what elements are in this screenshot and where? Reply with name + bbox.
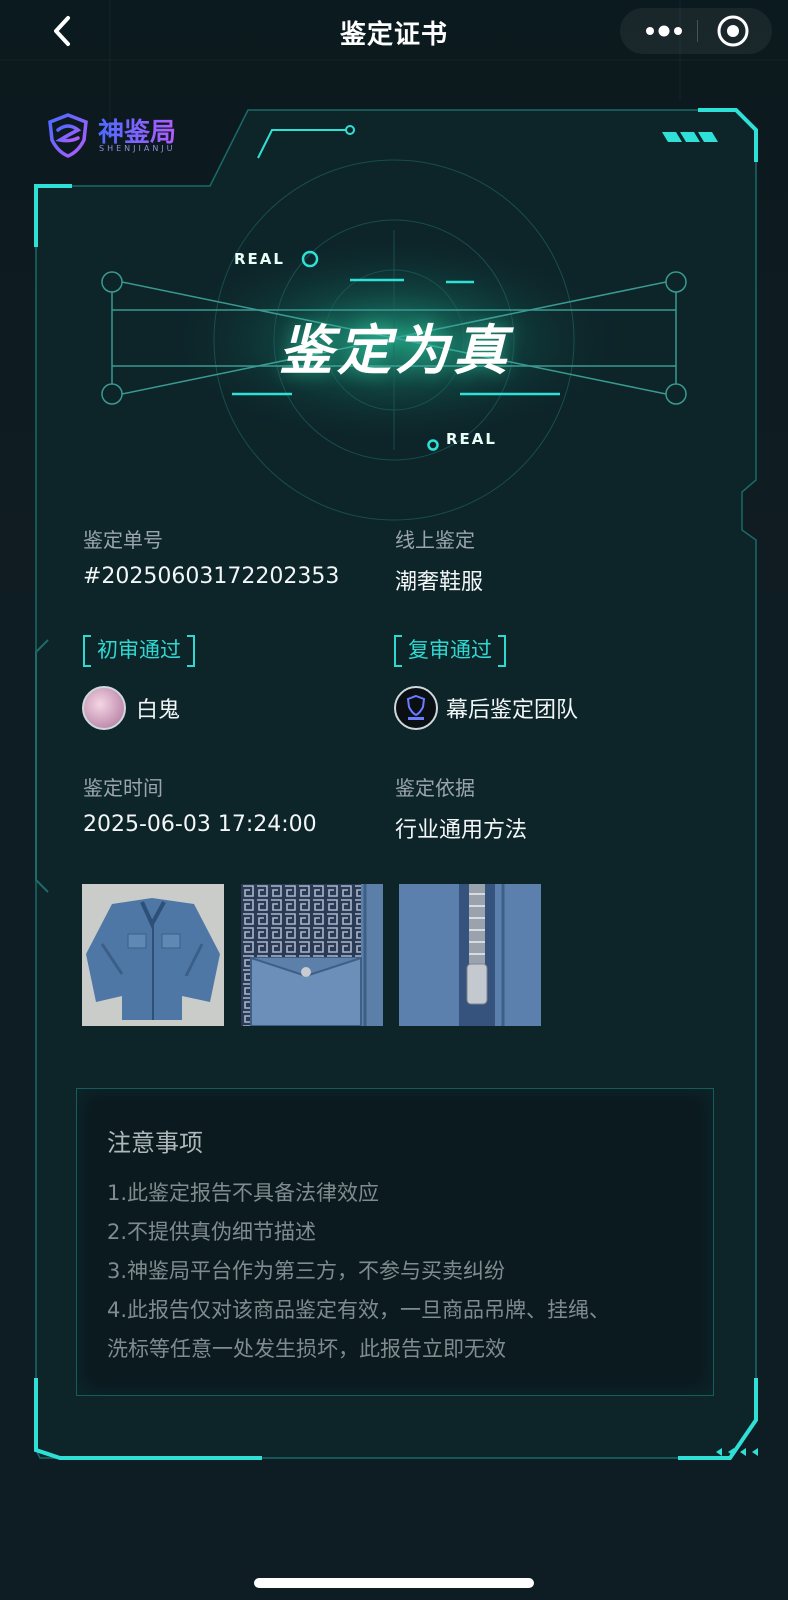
first-reviewer-name: 白鬼 — [136, 698, 181, 723]
appraisal-type-label: 线上鉴定 — [395, 528, 475, 552]
notice-item: 洗标等任意一处发生损坏，此报告立即无效 — [107, 1337, 506, 1361]
real-tag-top: REAL — [234, 250, 285, 268]
jacket-zipper-photo[interactable] — [399, 884, 541, 1026]
time-label: 鉴定时间 — [83, 776, 163, 800]
appraisal-category: 潮奢鞋服 — [395, 570, 484, 595]
more-dots-icon[interactable] — [638, 18, 694, 44]
first-reviewer-avatar[interactable] — [82, 686, 126, 730]
notice-item: 2.不提供真伪细节描述 — [107, 1220, 317, 1244]
home-indicator[interactable] — [254, 1578, 534, 1588]
second-reviewer-name: 幕后鉴定团队 — [446, 698, 579, 723]
notice-panel: 注意事项 1.此鉴定报告不具备法律效应 2.不提供真伪细节描述 3.神鉴局平台作… — [76, 1088, 714, 1396]
notice-item: 1.此鉴定报告不具备法律效应 — [107, 1181, 380, 1205]
capsule-divider — [697, 20, 698, 42]
first-review-tag: 初审通过 — [83, 635, 195, 667]
shield-logo-icon — [48, 113, 88, 158]
miniprogram-capsule — [620, 8, 772, 54]
real-tag-bottom: REAL — [446, 430, 497, 448]
jacket-pocket-photo[interactable] — [241, 884, 383, 1026]
result-hero: REAL 鉴定为真 REAL — [100, 230, 690, 460]
notice-item: 4.此报告仅对该商品鉴定有效，一旦商品吊牌、挂绳、 — [107, 1298, 611, 1322]
nav-bar: 鉴定证书 — [0, 0, 788, 62]
appraisal-time: 2025-06-03 17:24:00 — [83, 812, 317, 837]
jacket-front-photo[interactable] — [82, 884, 224, 1026]
brand-subtitle: SHENJIANJU — [99, 144, 176, 153]
notice-title: 注意事项 — [107, 1129, 203, 1157]
result-title: 鉴定为真 — [279, 319, 511, 382]
order-label: 鉴定单号 — [83, 528, 163, 552]
order-number: #20250603172202353 — [83, 564, 340, 589]
appraisal-basis: 行业通用方法 — [395, 818, 528, 843]
second-review-tag: 复审通过 — [394, 635, 506, 667]
basis-label: 鉴定依据 — [395, 776, 475, 800]
second-reviewer-avatar[interactable] — [394, 686, 438, 730]
team-logo-icon — [406, 694, 426, 720]
brand-logo: 神鉴局 SHENJIANJU — [46, 110, 206, 160]
notice-item: 3.神鉴局平台作为第三方，不参与买卖纠纷 — [107, 1259, 506, 1283]
target-circle-icon[interactable] — [716, 14, 750, 48]
